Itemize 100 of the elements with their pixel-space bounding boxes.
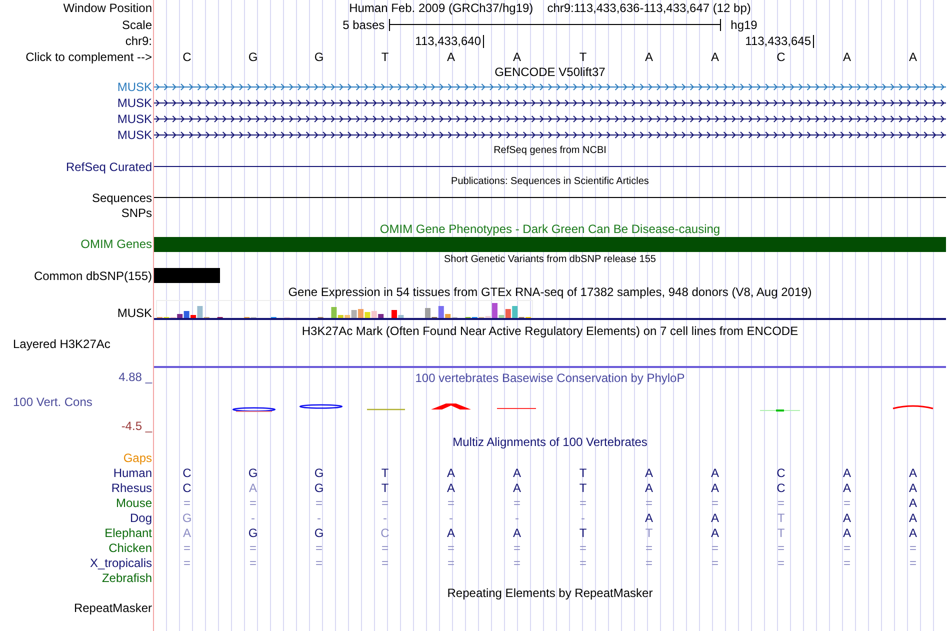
alignment-base: G <box>248 466 258 480</box>
row-label: Scale <box>122 18 152 32</box>
position-range: chr9:113,433,636-113,433,647 (12 bp) <box>547 1 751 15</box>
track-label: SNPs <box>121 206 152 220</box>
alignment-base: A <box>644 480 653 494</box>
alignment-base: = <box>447 496 454 510</box>
species-label: Rhesus <box>111 480 152 494</box>
alignment-base: = <box>513 556 520 570</box>
alignment-base: = <box>777 556 784 570</box>
alignment-base: A <box>908 496 917 510</box>
alignment-base: A <box>710 510 719 524</box>
alignment-base: = <box>645 556 652 570</box>
track-label: Gaps <box>123 450 152 464</box>
base-letter[interactable]: G <box>314 50 324 64</box>
coordinate-label: 113,433,645 <box>745 34 814 48</box>
alignment-base: - <box>581 510 585 524</box>
alignment-base: = <box>513 496 520 510</box>
alignment-base: = <box>645 496 652 510</box>
alignment-base: A <box>248 480 257 494</box>
alignment-base: A <box>842 466 851 480</box>
alignment-base: G <box>314 480 324 494</box>
alignment-base: = <box>315 496 322 510</box>
track-label: MUSK <box>117 96 152 110</box>
base-letter[interactable]: A <box>842 50 851 64</box>
alignment-base: = <box>447 540 454 554</box>
base-letter[interactable]: A <box>512 50 521 64</box>
alignment-base: = <box>777 540 784 554</box>
complement-link[interactable]: Click to complement --> <box>26 50 152 64</box>
alignment-base: T <box>381 480 389 494</box>
alignment-base: A <box>710 480 719 494</box>
axis-min-label: -4.5 _ <box>121 419 152 433</box>
base-letter[interactable]: T <box>381 50 389 64</box>
alignment-base: C <box>776 480 786 494</box>
alignment-base: A <box>710 466 719 480</box>
alignment-base: A <box>512 526 521 540</box>
alignment-base: G <box>248 526 258 540</box>
variant-block <box>154 268 220 283</box>
base-letter[interactable]: C <box>182 50 192 64</box>
alignment-base: A <box>842 510 851 524</box>
base-letter[interactable]: A <box>446 50 455 64</box>
alignment-base: = <box>249 556 256 570</box>
alignment-base: = <box>381 496 388 510</box>
alignment-base: - <box>449 510 453 524</box>
alignment-base: = <box>843 556 850 570</box>
track-title: GENCODE V50lift37 <box>494 65 606 79</box>
track-label: Sequences <box>92 190 152 204</box>
track-label: RefSeq Curated <box>66 160 152 174</box>
alignment-base: = <box>183 496 190 510</box>
alignment-base: A <box>512 466 521 480</box>
alignment-base: = <box>579 496 586 510</box>
species-label: Chicken <box>108 540 152 554</box>
species-label: Zebrafish <box>102 570 152 584</box>
alignment-base: = <box>513 540 520 554</box>
axis-max-label: 4.88 _ <box>118 370 152 384</box>
base-letter[interactable]: A <box>710 50 719 64</box>
alignment-base: A <box>446 480 455 494</box>
track-label: Layered H3K27Ac <box>13 337 110 351</box>
alignment-base: = <box>711 556 718 570</box>
base-letter[interactable]: A <box>908 50 917 64</box>
alignment-base: = <box>315 556 322 570</box>
track-label: Common dbSNP(155) <box>34 268 152 282</box>
alignment-base: A <box>710 526 719 540</box>
alignment-base: A <box>644 510 653 524</box>
alignment-base: = <box>645 540 652 554</box>
track-label: MUSK <box>117 306 152 320</box>
base-letter[interactable]: G <box>248 50 258 64</box>
row-label: chr9: <box>125 34 152 48</box>
alignment-base: T <box>579 480 587 494</box>
track-label: OMIM Genes <box>80 237 152 251</box>
alignment-base: = <box>711 496 718 510</box>
alignment-base: = <box>249 540 256 554</box>
alignment-base: - <box>515 510 519 524</box>
base-letter[interactable]: A <box>644 50 653 64</box>
base-letter[interactable]: C <box>776 50 786 64</box>
alignment-base: - <box>383 510 387 524</box>
base-letter[interactable]: T <box>579 50 587 64</box>
alignment-base: T <box>645 526 653 540</box>
track-label: MUSK <box>117 80 152 94</box>
alignment-base: = <box>843 540 850 554</box>
alignment-base: = <box>183 556 190 570</box>
alignment-base: - <box>317 510 321 524</box>
alignment-base: T <box>579 526 587 540</box>
alignment-base: = <box>447 556 454 570</box>
track-label: MUSK <box>117 112 152 126</box>
alignment-base: C <box>776 466 786 480</box>
alignment-base: A <box>908 480 917 494</box>
alignment-base: A <box>512 480 521 494</box>
alignment-base: = <box>909 540 916 554</box>
alignment-base: A <box>908 526 917 540</box>
alignment-base: G <box>182 510 192 524</box>
track-label: RepeatMasker <box>74 601 152 615</box>
alignment-base: A <box>446 526 455 540</box>
alignment-base: = <box>579 540 586 554</box>
track-title: 100 vertebrates Basewise Conservation by PhyloP <box>415 371 685 385</box>
species-label: Elephant <box>104 526 152 540</box>
track-title: Multiz Alignments of 100 Vertebrates <box>452 434 648 448</box>
alignment-base: = <box>183 540 190 554</box>
track-title: Repeating Elements by RepeatMasker <box>447 586 653 600</box>
alignment-base: T <box>381 466 389 480</box>
genome-assembly: Human Feb. 2009 (GRCh37/hg19) <box>349 1 534 15</box>
